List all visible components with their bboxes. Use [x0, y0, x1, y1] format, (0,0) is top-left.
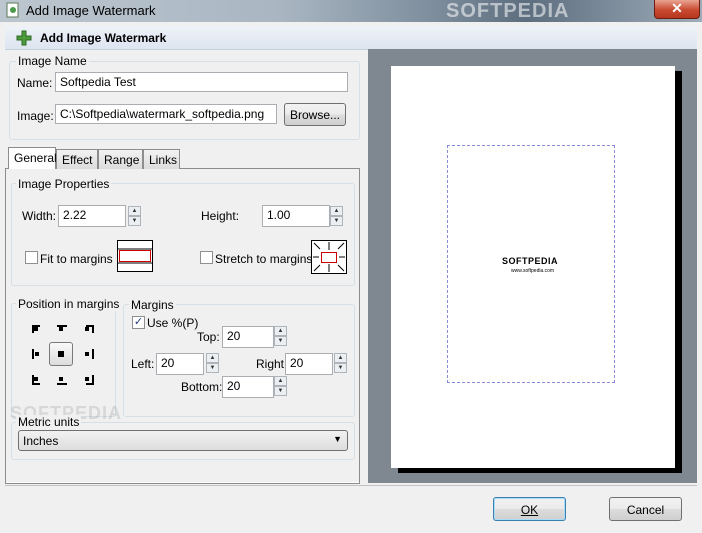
- image-label: Image:: [17, 109, 54, 123]
- width-input[interactable]: 2.22: [58, 205, 126, 227]
- spin-up-icon[interactable]: ▲: [206, 353, 219, 363]
- spin-down-icon[interactable]: ▼: [274, 336, 287, 346]
- header-title: Add Image Watermark: [40, 31, 167, 45]
- preview-logo: SOFTPEDIA: [502, 256, 559, 266]
- stretch-margins-icon: [311, 240, 347, 274]
- bottom-value: 20: [227, 379, 241, 393]
- stretch-to-margins-checkbox[interactable]: [200, 251, 213, 264]
- metric-units-select[interactable]: Inches ▼: [18, 430, 348, 451]
- fit-to-margins-label: Fit to margins: [40, 252, 113, 266]
- left-value: 20: [161, 356, 175, 370]
- height-label: Height:: [201, 209, 240, 223]
- preview-pane: SOFTPEDIA www.softpedia.com: [368, 49, 697, 483]
- name-label: Name:: [17, 76, 53, 90]
- position-center-selected[interactable]: [49, 342, 73, 366]
- tab-effect-label: Effect: [62, 153, 93, 167]
- add-watermark-icon: [16, 30, 32, 46]
- right-input[interactable]: 20: [285, 353, 333, 375]
- width-label: Width:: [22, 209, 57, 223]
- footer-divider: [5, 485, 697, 486]
- dialog-header: Add Image Watermark: [5, 26, 697, 50]
- spin-down-icon[interactable]: ▼: [330, 216, 343, 226]
- preview-logo-url: www.softpedia.com: [511, 268, 555, 274]
- right-label: Right:: [256, 357, 288, 371]
- app-icon: [6, 2, 19, 18]
- use-percent-checkbox[interactable]: ✓: [132, 316, 145, 329]
- fit-margins-icon: [117, 240, 153, 272]
- width-spinner[interactable]: ▲ ▼: [128, 206, 142, 228]
- spin-up-icon[interactable]: ▲: [128, 206, 141, 216]
- name-input[interactable]: Softpedia Test: [55, 72, 348, 92]
- spin-down-icon[interactable]: ▼: [334, 363, 347, 373]
- width-value: 2.22: [63, 208, 87, 222]
- metric-units-label: Metric units: [16, 415, 82, 429]
- preview-page: SOFTPEDIA www.softpedia.com: [391, 66, 675, 468]
- cancel-button-label: Cancel: [626, 503, 665, 517]
- tab-effect[interactable]: Effect: [56, 149, 98, 169]
- spin-down-icon[interactable]: ▼: [128, 216, 141, 226]
- browse-button[interactable]: Browse...: [284, 103, 346, 126]
- title-bar[interactable]: Add Image Watermark SOFTPEDIA ✕: [0, 0, 702, 22]
- chevron-down-icon: ▼: [333, 434, 342, 444]
- spin-up-icon[interactable]: ▲: [274, 326, 287, 336]
- bottom-input[interactable]: 20: [222, 376, 274, 398]
- image-properties-label: Image Properties: [16, 177, 112, 191]
- position-grid[interactable]: [32, 323, 102, 387]
- top-value: 20: [227, 329, 241, 343]
- margins-label: Margins: [129, 298, 176, 312]
- tab-range[interactable]: Range: [98, 149, 143, 169]
- tab-general-label: General: [14, 151, 57, 165]
- image-path-value: C:\Softpedia\watermark_softpedia.png: [60, 107, 265, 121]
- spin-up-icon[interactable]: ▲: [334, 353, 347, 363]
- top-input[interactable]: 20: [222, 326, 274, 348]
- ok-button[interactable]: OK: [493, 497, 566, 521]
- name-input-value: Softpedia Test: [60, 75, 136, 89]
- spin-up-icon[interactable]: ▲: [330, 206, 343, 216]
- close-button[interactable]: ✕: [654, 0, 700, 19]
- spin-down-icon[interactable]: ▼: [274, 386, 287, 396]
- bottom-spinner[interactable]: ▲ ▼: [274, 376, 288, 398]
- top-label: Top:: [197, 330, 220, 344]
- right-value: 20: [290, 356, 304, 370]
- left-input[interactable]: 20: [156, 353, 204, 375]
- browse-button-label: Browse...: [289, 108, 340, 122]
- left-spinner[interactable]: ▲ ▼: [206, 353, 220, 375]
- height-value: 1.00: [267, 208, 291, 222]
- bottom-label: Bottom:: [181, 380, 223, 394]
- tab-general[interactable]: General: [8, 147, 57, 169]
- spin-down-icon[interactable]: ▼: [206, 363, 219, 373]
- image-path-input[interactable]: C:\Softpedia\watermark_softpedia.png: [55, 104, 277, 124]
- position-label: Position in margins: [16, 297, 122, 311]
- spin-up-icon[interactable]: ▲: [274, 376, 287, 386]
- fit-to-margins-checkbox[interactable]: [25, 251, 38, 264]
- height-spinner[interactable]: ▲ ▼: [330, 206, 344, 228]
- tab-links[interactable]: Links: [143, 149, 180, 169]
- top-spinner[interactable]: ▲ ▼: [274, 326, 288, 348]
- close-icon: ✕: [671, 0, 683, 16]
- tab-range-label: Range: [104, 153, 140, 167]
- tab-links-label: Links: [149, 153, 178, 167]
- cancel-button[interactable]: Cancel: [609, 497, 682, 521]
- window-title: Add Image Watermark: [26, 3, 156, 18]
- metric-units-value: Inches: [23, 434, 59, 448]
- height-input[interactable]: 1.00: [262, 205, 330, 227]
- image-properties-group: [11, 183, 355, 286]
- right-spinner[interactable]: ▲ ▼: [334, 353, 348, 375]
- stretch-to-margins-label: Stretch to margins: [215, 252, 313, 266]
- image-name-group-label: Image Name: [16, 54, 89, 68]
- use-percent-label: Use %(P): [147, 316, 199, 330]
- watermark-text: SOFTPEDIA: [446, 0, 570, 22]
- left-label: Left:: [131, 357, 155, 371]
- ok-button-label: OK: [520, 503, 539, 517]
